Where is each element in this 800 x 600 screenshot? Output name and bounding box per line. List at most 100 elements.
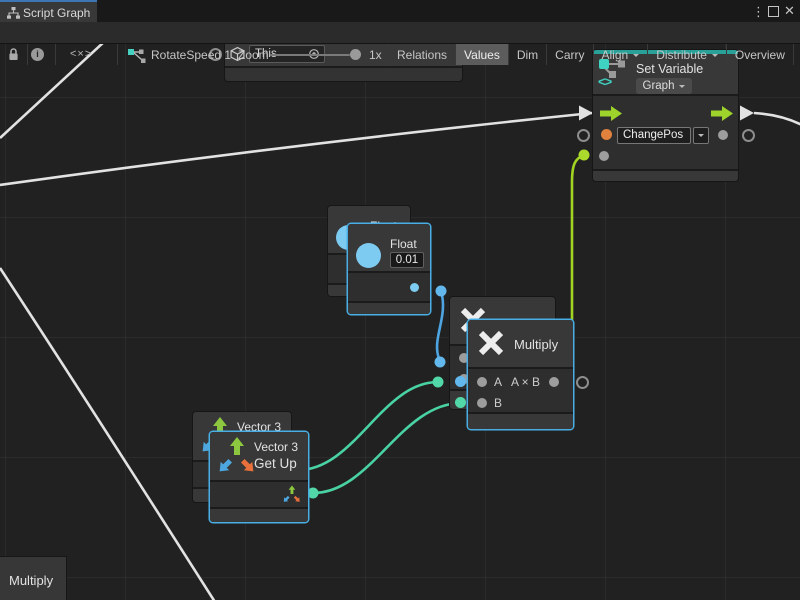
graph-canvas[interactable]: Float 0.01 Multiply A A × B B — [0, 44, 800, 600]
float-output-port[interactable] — [410, 283, 419, 292]
graph-world: Float 0.01 Multiply A A × B B — [0, 44, 800, 600]
dim-button[interactable]: Dim — [508, 44, 546, 65]
variable-name-field[interactable]: ChangePos — [617, 127, 691, 144]
chevron-down-icon — [698, 134, 704, 140]
wire-end-dot-teal — [308, 488, 319, 499]
input-port-a[interactable] — [477, 377, 487, 387]
port-label-a: A — [494, 375, 502, 389]
node-body: ChangePos — [593, 96, 738, 169]
vector3-get-up-node[interactable]: Vector 3 Get Up — [210, 432, 308, 522]
carry-button[interactable]: Carry — [546, 44, 592, 65]
vector3-icon — [216, 436, 254, 476]
zoom-slider-track[interactable] — [270, 54, 350, 56]
multiply-node[interactable]: Multiply A A × B B — [468, 320, 573, 429]
overview-button[interactable]: Overview — [726, 44, 793, 65]
float-type-icon — [356, 243, 381, 268]
node-footer — [210, 509, 308, 522]
value-bubble — [576, 376, 589, 389]
wire-getup-to-multiply-b-back[interactable] — [298, 382, 438, 470]
node-subtitle: Get Up — [254, 456, 297, 471]
float-value-field[interactable]: 0.01 — [390, 252, 424, 268]
node-header: Vector 3 Get Up — [210, 432, 308, 480]
align-dropdown-button[interactable]: Align — [593, 44, 648, 65]
node-footer — [468, 414, 573, 429]
toolbar-divider — [27, 44, 28, 65]
info-icon[interactable]: i — [31, 48, 44, 61]
graph-variable-glyph: <> — [598, 74, 611, 89]
graph-hierarchy-icon — [7, 7, 20, 19]
wire-getup-to-multiply-b-front[interactable] — [313, 403, 462, 493]
flow-input-port[interactable] — [600, 106, 622, 121]
chevron-down-icon — [633, 54, 639, 60]
wire-end-dot-blue — [435, 357, 446, 368]
wire-float-to-multiply-a[interactable] — [437, 291, 443, 361]
node-title: Float — [390, 237, 417, 251]
distribute-dropdown-button[interactable]: Distribute — [647, 44, 726, 65]
window-menu-icon[interactable]: ⋮ — [752, 3, 765, 21]
unity-script-graph-window: { "window": {"menu_icon": "⋮", "close_ic… — [0, 0, 800, 600]
chevron-down-icon — [712, 54, 718, 60]
window-close-icon[interactable]: ✕ — [784, 2, 795, 20]
input-port-b[interactable] — [477, 398, 487, 408]
wire-end-dot-lime — [579, 150, 590, 161]
node-footer — [348, 303, 430, 314]
toolbar-button-group: Relations Values Dim Carry Align Distrib… — [388, 44, 800, 65]
node-body: A A × B B — [468, 369, 573, 412]
vector3-output-port[interactable] — [282, 485, 300, 504]
node-body — [225, 68, 462, 81]
wire-end-dot-blue — [436, 286, 447, 297]
full-screen-button[interactable]: Full Screen — [793, 44, 800, 65]
window-maximize-icon[interactable] — [768, 6, 779, 17]
node-body — [348, 273, 430, 301]
toolbar-divider — [55, 44, 56, 65]
wire-end-dot-teal — [433, 377, 444, 388]
output-label: A × B — [511, 375, 540, 389]
chevron-down-icon — [679, 85, 685, 91]
node-header: Multiply — [0, 557, 66, 600]
variable-name-input-port[interactable] — [601, 129, 612, 140]
variable-scope-dropdown[interactable]: Graph — [636, 78, 692, 94]
values-button[interactable]: Values — [455, 44, 508, 65]
flow-output-port[interactable] — [711, 106, 733, 121]
scope-value: Graph — [643, 80, 675, 92]
flow-arrow-out-icon — [740, 106, 754, 121]
node-body — [210, 482, 308, 507]
flow-wire-into-set-variable[interactable] — [0, 113, 592, 185]
set-variable-node[interactable]: <> Set Variable Graph ChangePos — [593, 50, 738, 181]
tab-bar: Script Graph ⋮ ✕ — [0, 0, 800, 22]
tab-script-graph[interactable]: Script Graph — [0, 0, 97, 22]
tab-title: Script Graph — [23, 6, 90, 20]
multiply-icon — [476, 328, 506, 358]
value-output-port[interactable] — [718, 130, 728, 140]
wire-end-dot-blue — [455, 376, 466, 387]
node-header: Multiply — [468, 320, 573, 367]
wire-end-dot-teal — [455, 397, 466, 408]
graph-name-label[interactable]: RotateSpeed 1 — [151, 48, 231, 62]
flow-arrow-in-icon — [579, 106, 593, 121]
edit-source-icon[interactable]: <×> — [70, 48, 92, 60]
port-label-b: B — [494, 396, 502, 410]
zoom-label: Zoom — [238, 48, 269, 62]
value-bubble — [577, 129, 590, 142]
flow-wire-crossing-bottom[interactable] — [0, 268, 215, 600]
flow-wire-out-of-set-variable[interactable] — [754, 113, 800, 125]
multiply-node-corner[interactable]: Multiply — [0, 557, 66, 600]
graph-toolbar: i <×> RotateSpeed 1 Zoom 1x Relations Va… — [0, 22, 800, 44]
node-title: Multiply — [9, 573, 53, 588]
lock-icon[interactable] — [7, 47, 20, 61]
script-graph-asset-icon — [128, 48, 147, 63]
node-title: Vector 3 — [254, 440, 298, 454]
zoom-slider-handle[interactable] — [350, 49, 361, 60]
node-title: Multiply — [514, 337, 558, 352]
node-footer — [593, 171, 738, 181]
float-node[interactable]: Float 0.01 — [348, 224, 430, 314]
variable-dropdown-button[interactable] — [693, 127, 709, 144]
zoom-value: 1x — [369, 48, 382, 62]
relations-button[interactable]: Relations — [388, 44, 455, 65]
output-port[interactable] — [549, 377, 559, 387]
wire-multiply-to-set-variable[interactable] — [572, 156, 584, 346]
value-bubble — [742, 129, 755, 142]
toolbar-divider — [117, 44, 118, 65]
value-input-port[interactable] — [599, 151, 609, 161]
node-header: Float 0.01 — [348, 224, 430, 271]
